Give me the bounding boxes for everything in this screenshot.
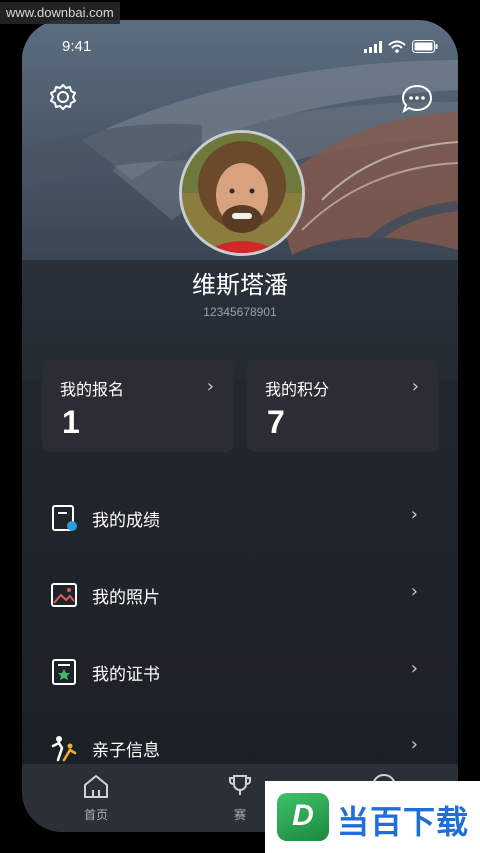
brand-text: 当百下载 — [337, 803, 470, 841]
status-time: 9:41 — [62, 38, 92, 55]
chevron-right-icon: › — [410, 581, 418, 602]
user-id: 12345678901 — [203, 305, 277, 319]
certificate-icon — [52, 659, 76, 685]
chevron-right-icon: › — [206, 376, 214, 397]
home-icon — [84, 775, 108, 798]
menu-label: 我的成绩 — [92, 511, 160, 531]
menu-item-photos[interactable]: 我的照片 › — [22, 557, 458, 633]
user-name: 维斯塔潘 — [192, 271, 288, 299]
tab-label: 首页 — [83, 808, 108, 822]
stat-card-registrations[interactable]: 我的报名 › 1 — [42, 360, 234, 452]
status-bar: 9:41 — [22, 20, 458, 76]
chevron-right-icon: › — [410, 658, 418, 679]
stat-label: 我的报名 — [60, 380, 125, 399]
user-avatar[interactable] — [179, 130, 305, 256]
wifi-icon — [388, 40, 406, 53]
brand-logo-letter: D — [292, 799, 314, 832]
menu-label: 我的证书 — [92, 665, 160, 685]
menu-label: 亲子信息 — [92, 741, 160, 761]
menu-item-scores[interactable]: 我的成绩 › — [22, 480, 458, 556]
chevron-right-icon: › — [410, 504, 418, 525]
stat-value: 1 — [62, 404, 80, 440]
stat-value: 7 — [267, 404, 285, 440]
tab-home[interactable]: 首页 — [56, 772, 136, 823]
stat-label: 我的积分 — [265, 380, 330, 399]
photo-icon — [51, 583, 77, 607]
family-icon — [51, 736, 77, 762]
battery-icon — [412, 40, 438, 53]
avatar-portrait-illustration — [182, 133, 302, 253]
phone-screen: 9:41 维斯塔潘 12345678901 我的报名 › 1 我的积分 › 7 … — [22, 20, 458, 832]
settings-gear-icon[interactable] — [46, 82, 80, 116]
signal-icon — [364, 40, 382, 53]
brand-watermark: D 当百下载 — [265, 781, 480, 853]
message-chat-icon[interactable] — [400, 82, 434, 116]
chevron-right-icon: › — [411, 376, 419, 397]
menu-item-certificates[interactable]: 我的证书 › — [22, 634, 458, 710]
menu-label: 我的照片 — [92, 588, 160, 608]
chevron-right-icon: › — [410, 734, 418, 755]
score-sheet-icon — [52, 505, 77, 531]
brand-logo: D — [277, 793, 329, 841]
site-watermark: www.downbai.com — [0, 2, 120, 24]
trophy-icon — [229, 775, 251, 795]
status-icons — [364, 40, 438, 53]
stat-card-points[interactable]: 我的积分 › 7 — [247, 360, 439, 452]
